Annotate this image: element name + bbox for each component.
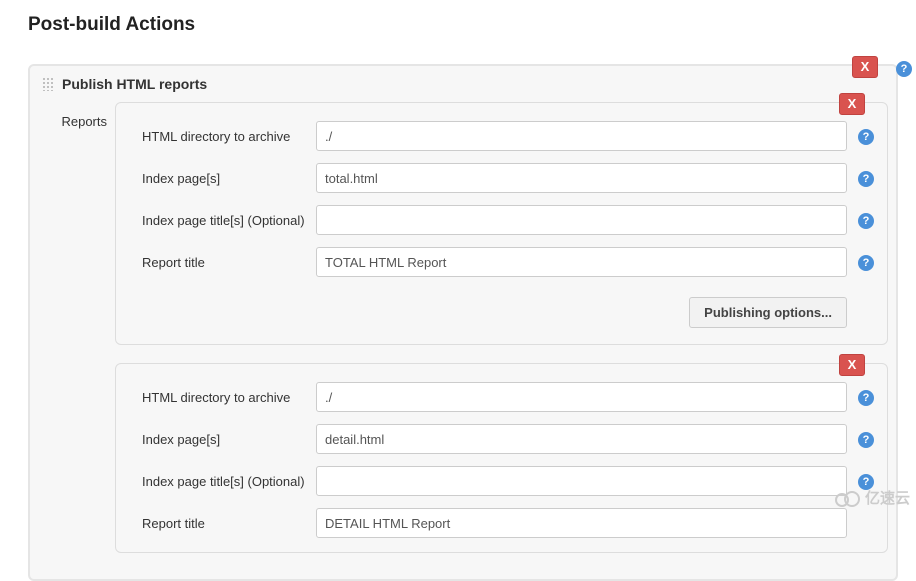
report-block: X HTML directory to archive ? Index page… — [115, 363, 888, 553]
help-icon[interactable]: ? — [858, 171, 874, 187]
report-title-input[interactable] — [316, 247, 847, 277]
reports-label: Reports — [30, 102, 115, 129]
field-label-index: Index page[s] — [126, 432, 316, 447]
index-page-input[interactable] — [316, 424, 847, 454]
field-label-dir: HTML directory to archive — [126, 390, 316, 405]
cloud-icon — [833, 488, 861, 508]
help-icon[interactable]: ? — [858, 432, 874, 448]
report-title-input[interactable] — [316, 508, 847, 538]
index-page-input[interactable] — [316, 163, 847, 193]
field-label-index-title: Index page title[s] (Optional) — [126, 474, 316, 489]
help-icon[interactable]: ? — [858, 213, 874, 229]
report-block: X HTML directory to archive ? Index page… — [115, 102, 888, 345]
drag-handle-icon[interactable] — [42, 77, 54, 91]
help-icon[interactable]: ? — [858, 390, 874, 406]
index-title-input[interactable] — [316, 466, 847, 496]
field-label-report-title: Report title — [126, 516, 316, 531]
field-label-index-title: Index page title[s] (Optional) — [126, 213, 316, 228]
publishing-options-button[interactable]: Publishing options... — [689, 297, 847, 328]
watermark-text: 亿速云 — [865, 487, 910, 508]
watermark: 亿速云 — [833, 487, 910, 508]
field-label-index: Index page[s] — [126, 171, 316, 186]
delete-panel-button[interactable]: X — [852, 56, 878, 78]
delete-report-button[interactable]: X — [839, 354, 865, 376]
publish-html-panel: X ? Publish HTML reports Reports X HTML … — [28, 64, 898, 581]
help-icon[interactable]: ? — [858, 129, 874, 145]
field-label-report-title: Report title — [126, 255, 316, 270]
html-dir-input[interactable] — [316, 382, 847, 412]
page-title: Post-build Actions — [0, 0, 916, 46]
delete-report-button[interactable]: X — [839, 93, 865, 115]
index-title-input[interactable] — [316, 205, 847, 235]
reports-column: X HTML directory to archive ? Index page… — [115, 102, 888, 571]
panel-header: Publish HTML reports — [30, 66, 896, 102]
html-dir-input[interactable] — [316, 121, 847, 151]
panel-title: Publish HTML reports — [62, 76, 207, 92]
field-label-dir: HTML directory to archive — [126, 129, 316, 144]
help-icon[interactable]: ? — [858, 255, 874, 271]
help-icon[interactable]: ? — [896, 61, 912, 77]
